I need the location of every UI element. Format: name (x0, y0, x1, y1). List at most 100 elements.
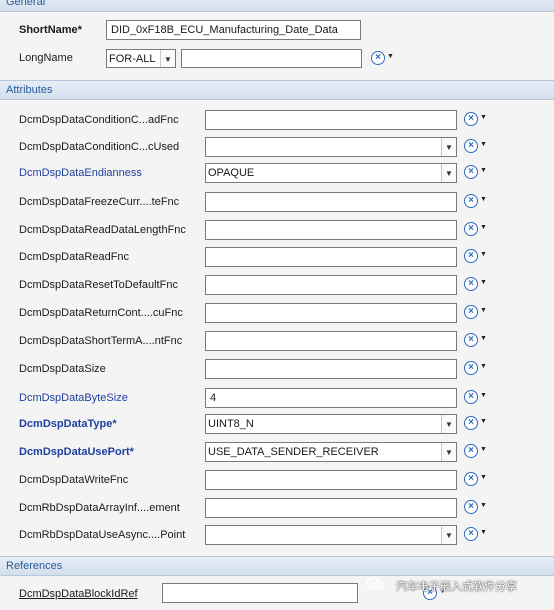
dropdown-arrow-icon[interactable]: ▼ (480, 446, 487, 453)
chevron-down-icon[interactable]: ▼ (441, 415, 456, 433)
clear-x-icon[interactable]: × (464, 277, 478, 291)
dropdown-arrow-icon[interactable]: ▼ (480, 502, 487, 509)
clear-x-icon[interactable]: × (464, 472, 478, 486)
dropdown-arrow-icon[interactable]: ▼ (480, 363, 487, 370)
clear-x-icon[interactable]: × (464, 444, 478, 458)
dropdown-arrow-icon[interactable]: ▼ (480, 279, 487, 286)
byte-size-field[interactable]: 4 (205, 388, 457, 408)
clear-x-icon[interactable]: × (464, 390, 478, 404)
condition-check-read-fnc-actions[interactable]: × ▼ (464, 112, 487, 130)
reset-to-default-fnc-actions[interactable]: × ▼ (464, 277, 487, 295)
shortname-label: ShortName* (19, 24, 82, 36)
clear-x-icon[interactable]: × (464, 333, 478, 347)
dropdown-arrow-icon[interactable]: ▼ (480, 474, 487, 481)
return-control-to-ecu-fnc-actions[interactable]: × ▼ (464, 305, 487, 323)
condition-check-read-fnc-label: DcmDspDataConditionC...adFnc (19, 114, 179, 126)
clear-x-icon[interactable]: × (371, 51, 385, 65)
clear-x-icon[interactable]: × (464, 305, 478, 319)
write-fnc-label: DcmDspDataWriteFnc (19, 474, 129, 486)
longname-label: LongName (19, 52, 73, 64)
use-async-point-select[interactable]: ▼ (205, 525, 457, 545)
read-fnc-actions[interactable]: × ▼ (464, 249, 487, 267)
clear-x-icon[interactable]: × (464, 361, 478, 375)
chevron-down-icon[interactable]: ▼ (160, 50, 175, 67)
references-section-header[interactable]: References (0, 556, 554, 576)
longname-field[interactable] (181, 49, 362, 68)
shortname-field[interactable]: DID_0xF18B_ECU_Manufacturing_Date_Data (106, 20, 361, 40)
dropdown-arrow-icon[interactable]: ▼ (480, 167, 487, 174)
clear-x-icon[interactable]: × (464, 527, 478, 541)
chevron-down-icon[interactable]: ▼ (441, 443, 456, 461)
return-control-to-ecu-fnc-label: DcmDspDataReturnCont....cuFnc (19, 307, 183, 319)
read-data-length-fnc-actions[interactable]: × ▼ (464, 222, 487, 240)
write-fnc-actions[interactable]: × ▼ (464, 472, 487, 490)
use-port-label: DcmDspDataUsePort* (19, 446, 134, 458)
array-info-element-actions[interactable]: × ▼ (464, 500, 487, 518)
dropdown-arrow-icon[interactable]: ▼ (387, 53, 394, 60)
clear-x-icon[interactable]: × (464, 112, 478, 126)
dropdown-arrow-icon[interactable]: ▼ (480, 196, 487, 203)
clear-x-icon[interactable]: × (464, 222, 478, 236)
short-term-adjustment-fnc-actions[interactable]: × ▼ (464, 333, 487, 351)
use-async-point-actions[interactable]: × ▼ (464, 527, 487, 545)
condition-check-fnc-used-label: DcmDspDataConditionC...cUsed (19, 141, 180, 153)
dropdown-arrow-icon[interactable]: ▼ (480, 224, 487, 231)
references-section-title: References (6, 560, 63, 572)
general-section-title: General (6, 0, 46, 8)
chevron-down-icon[interactable]: ▼ (441, 164, 456, 182)
dropdown-arrow-icon[interactable]: ▼ (480, 251, 487, 258)
write-fnc-field[interactable] (205, 470, 457, 490)
data-size-label: DcmDspDataSize (19, 363, 106, 375)
read-data-length-fnc-field[interactable] (205, 220, 457, 240)
use-port-actions[interactable]: × ▼ (464, 444, 487, 462)
dropdown-arrow-icon[interactable]: ▼ (480, 392, 487, 399)
longname-language-select[interactable]: FOR-ALL ▼ (106, 49, 176, 68)
byte-size-label: DcmDspDataByteSize (19, 392, 128, 404)
wechat-logo-icon (366, 577, 384, 591)
array-info-element-label: DcmRbDspDataArrayInf....ement (19, 502, 180, 514)
attributes-section-header[interactable]: Attributes (0, 80, 554, 100)
array-info-element-field[interactable] (205, 498, 457, 518)
clear-x-icon[interactable]: × (464, 249, 478, 263)
endianness-select[interactable]: OPAQUE ▼ (205, 163, 457, 183)
data-type-actions[interactable]: × ▼ (464, 416, 487, 434)
reset-to-default-fnc-field[interactable] (205, 275, 457, 295)
freeze-current-state-fnc-field[interactable] (205, 192, 457, 212)
return-control-to-ecu-fnc-field[interactable] (205, 303, 457, 323)
dropdown-arrow-icon[interactable]: ▼ (480, 307, 487, 314)
short-term-adjustment-fnc-field[interactable] (205, 331, 457, 351)
dropdown-arrow-icon[interactable]: ▼ (480, 114, 487, 121)
dropdown-arrow-icon[interactable]: ▼ (480, 418, 487, 425)
use-port-select[interactable]: USE_DATA_SENDER_RECEIVER ▼ (205, 442, 457, 462)
clear-x-icon[interactable]: × (464, 500, 478, 514)
read-fnc-field[interactable] (205, 247, 457, 267)
clear-x-icon[interactable]: × (464, 139, 478, 153)
data-size-field[interactable] (205, 359, 457, 379)
dropdown-arrow-icon[interactable]: ▼ (480, 141, 487, 148)
dropdown-arrow-icon[interactable]: ▼ (480, 529, 487, 536)
condition-check-fnc-used-select[interactable]: ▼ (205, 137, 457, 157)
use-port-value: USE_DATA_SENDER_RECEIVER (208, 446, 379, 458)
data-size-actions[interactable]: × ▼ (464, 361, 487, 379)
clear-x-icon[interactable]: × (464, 165, 478, 179)
data-type-value: UINT8_N (208, 418, 254, 430)
use-async-point-label: DcmRbDspDataUseAsync....Point (19, 529, 186, 541)
blockidref-field[interactable] (162, 583, 358, 603)
condition-check-read-fnc-field[interactable] (205, 110, 457, 130)
clear-x-icon[interactable]: × (464, 194, 478, 208)
read-data-length-fnc-label: DcmDspDataReadDataLengthFnc (19, 224, 186, 236)
endianness-actions[interactable]: × ▼ (464, 165, 487, 183)
reset-to-default-fnc-label: DcmDspDataResetToDefaultFnc (19, 279, 178, 291)
freeze-current-state-fnc-actions[interactable]: × ▼ (464, 194, 487, 212)
condition-check-fnc-used-actions[interactable]: × ▼ (464, 139, 487, 157)
clear-x-icon[interactable]: × (464, 416, 478, 430)
chevron-down-icon[interactable]: ▼ (441, 526, 456, 544)
data-type-select[interactable]: UINT8_N ▼ (205, 414, 457, 434)
general-section-header[interactable]: General (0, 0, 554, 12)
blockidref-label: DcmDspDataBlockIdRef (19, 588, 138, 600)
dropdown-arrow-icon[interactable]: ▼ (480, 335, 487, 342)
chevron-down-icon[interactable]: ▼ (441, 138, 456, 156)
byte-size-actions[interactable]: × ▼ (464, 390, 487, 408)
endianness-value: OPAQUE (208, 167, 255, 179)
longname-actions[interactable]: × ▼ (371, 51, 394, 69)
